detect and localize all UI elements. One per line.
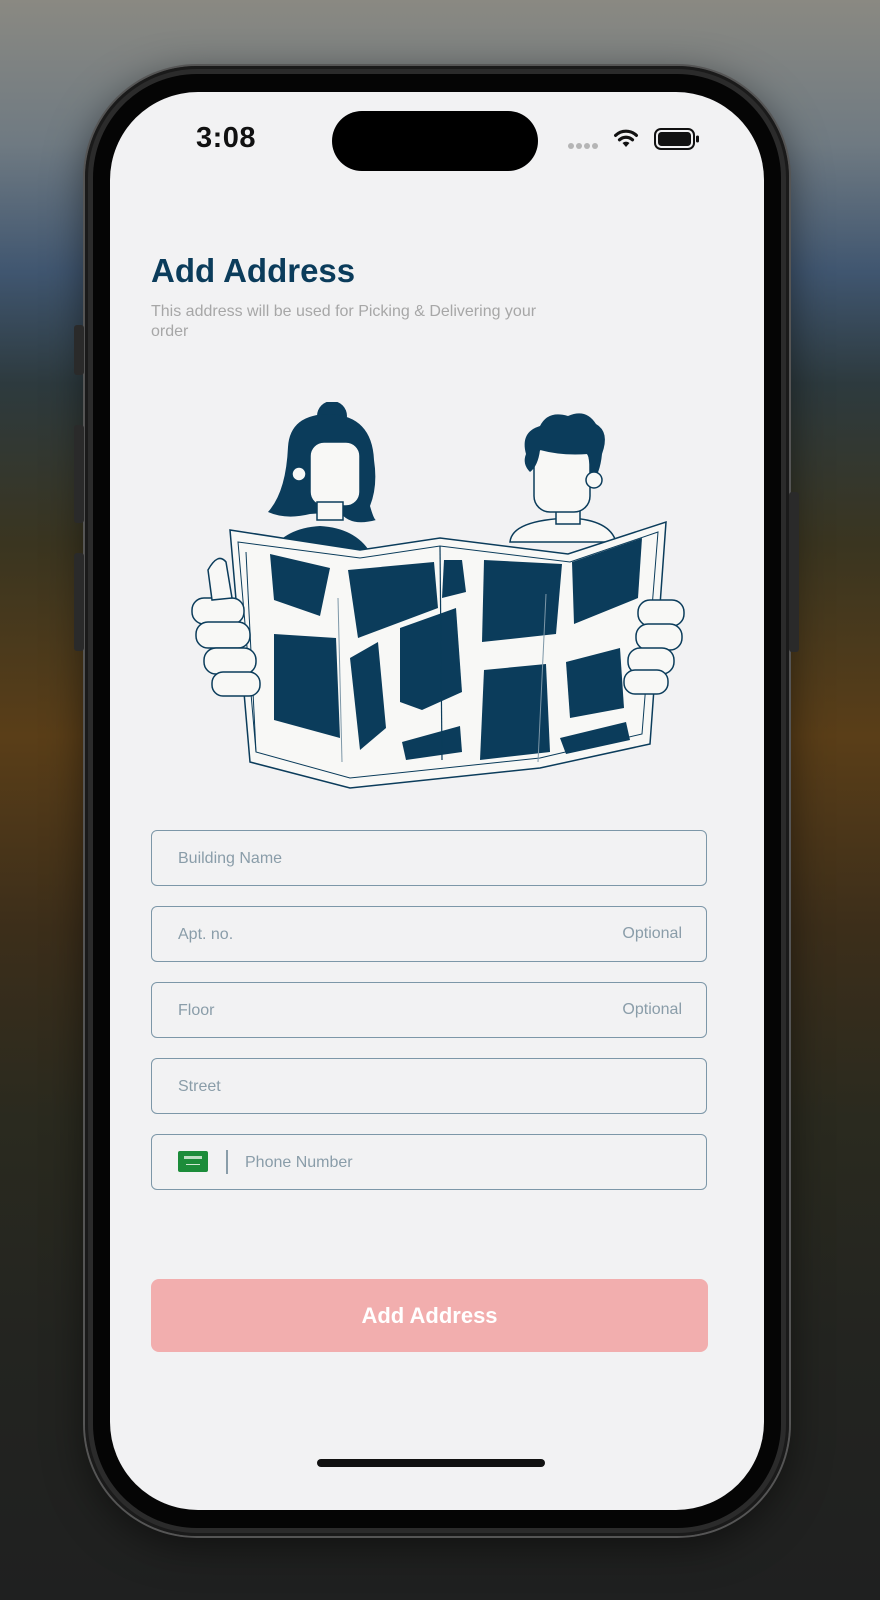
apt-optional-hint: Optional bbox=[622, 925, 682, 942]
floor-field[interactable]: Optional bbox=[151, 982, 707, 1039]
app-screen: 3:08 Add Address This address will be us… bbox=[110, 92, 764, 1510]
phone-number-input[interactable] bbox=[243, 1135, 647, 1191]
street-field[interactable] bbox=[151, 1058, 707, 1115]
volume-up-button bbox=[74, 425, 84, 523]
battery-icon bbox=[654, 128, 699, 150]
building-name-input[interactable] bbox=[176, 831, 580, 887]
home-indicator[interactable] bbox=[317, 1459, 545, 1467]
page-title: Add Address bbox=[151, 252, 356, 289]
volume-down-button bbox=[74, 553, 84, 651]
dynamic-island bbox=[332, 111, 538, 171]
map-reading-illustration bbox=[191, 402, 685, 789]
apt-no-field[interactable]: Optional bbox=[151, 906, 707, 963]
wifi-icon bbox=[614, 129, 638, 147]
country-code-divider bbox=[226, 1150, 228, 1174]
status-time: 3:08 bbox=[196, 122, 257, 154]
signal-dots-icon bbox=[568, 136, 600, 154]
floor-input[interactable] bbox=[176, 983, 580, 1039]
saudi-flag-icon[interactable] bbox=[178, 1151, 208, 1172]
status-icons bbox=[568, 126, 708, 150]
apt-no-input[interactable] bbox=[176, 907, 580, 963]
building-name-field[interactable] bbox=[151, 830, 707, 887]
action-button bbox=[74, 325, 84, 375]
street-input[interactable] bbox=[176, 1059, 580, 1115]
phone-number-field[interactable] bbox=[151, 1134, 707, 1191]
page-subtitle: This address will be used for Picking & … bbox=[151, 303, 537, 340]
floor-optional-hint: Optional bbox=[622, 1001, 682, 1018]
folded-map bbox=[229, 520, 667, 789]
man-figure bbox=[509, 413, 617, 543]
add-address-button[interactable]: Add Address bbox=[151, 1279, 708, 1352]
power-button bbox=[789, 492, 799, 652]
